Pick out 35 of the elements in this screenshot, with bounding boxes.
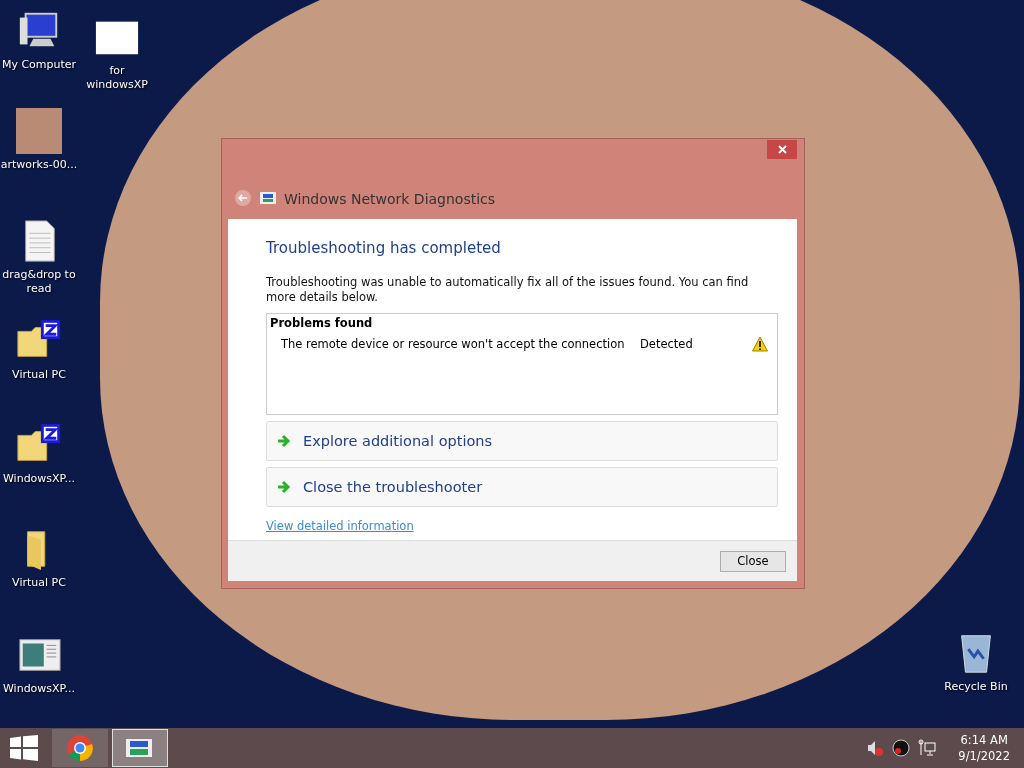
icon-label[interactable]: Recycle Bin bbox=[944, 680, 1008, 694]
muted-speaker-icon[interactable] bbox=[866, 739, 885, 757]
network-app-icon bbox=[260, 191, 276, 205]
icon-label[interactable]: for windowsXP bbox=[78, 64, 156, 92]
start-icon[interactable] bbox=[10, 735, 38, 761]
network-icon[interactable] bbox=[918, 739, 937, 757]
option-button[interactable]: Close the troubleshooter bbox=[266, 467, 778, 507]
icon-label[interactable]: WindowsXP... bbox=[2, 472, 76, 486]
icon-label[interactable]: WindowsXP... bbox=[2, 682, 76, 696]
dialog-button[interactable]: Close bbox=[720, 550, 786, 572]
option-button[interactable]: Explore additional options bbox=[266, 421, 778, 461]
message-text: Troubleshooting was unable to automatically fix all of the issues found. You can find more details below. bbox=[266, 275, 750, 305]
details-link[interactable]: View detailed information bbox=[266, 519, 414, 533]
clock-time[interactable]: 6:14 AM bbox=[960, 732, 1008, 748]
warning-icon bbox=[752, 336, 768, 352]
icon-label[interactable]: Virtual PC bbox=[12, 576, 66, 590]
clock-date[interactable]: 9/1/2022 bbox=[958, 748, 1010, 764]
icon-label[interactable]: drag&drop to read bbox=[0, 268, 78, 296]
window-title: Windows Network Diagnostics bbox=[284, 191, 496, 207]
close-icon bbox=[777, 145, 787, 154]
browser-icon bbox=[66, 734, 94, 762]
problem-status: Detected bbox=[640, 337, 694, 351]
taskbar-button[interactable] bbox=[112, 729, 168, 767]
photo-placeholder bbox=[16, 108, 62, 154]
icon-label[interactable]: artworks-00... bbox=[0, 158, 78, 172]
problems-header: Problems found bbox=[270, 316, 374, 330]
icon-label[interactable]: My Computer bbox=[1, 58, 77, 72]
close-button[interactable] bbox=[767, 140, 797, 159]
arrow-icon bbox=[277, 434, 291, 448]
arrow-icon bbox=[277, 480, 291, 494]
taskbar-button[interactable] bbox=[52, 729, 108, 767]
icon-label[interactable]: Virtual PC bbox=[12, 368, 66, 382]
circle-record-icon[interactable] bbox=[892, 739, 911, 757]
heading: Troubleshooting has completed bbox=[266, 239, 502, 257]
problem-text: The remote device or resource won't accept the connection bbox=[281, 337, 626, 351]
